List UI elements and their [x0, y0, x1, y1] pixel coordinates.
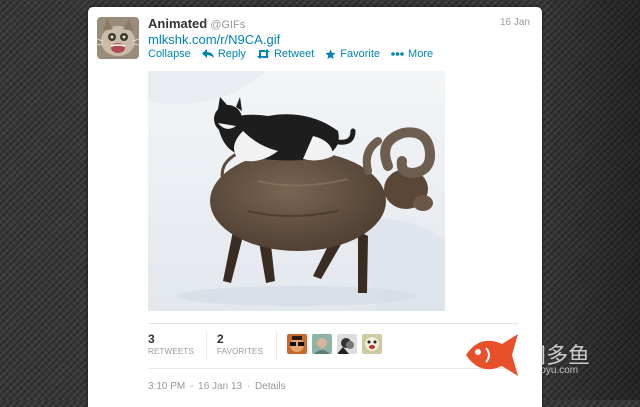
- user-handle[interactable]: @GIFs: [210, 19, 245, 31]
- details-link[interactable]: Details: [255, 381, 286, 392]
- favorites-label: FAVORITES: [217, 347, 264, 356]
- fish-logo-icon: [466, 334, 518, 376]
- tweet-media-gif[interactable]: [148, 71, 445, 311]
- watermark-subtext: wduoyu.com: [522, 365, 579, 376]
- favorite-label: Favorite: [340, 48, 381, 60]
- cat-avatar-icon: [97, 17, 139, 59]
- avatar-bw-icon: [337, 334, 357, 354]
- avatar-face-icon: [362, 334, 382, 354]
- tweet-timestamp: 3:10 PM - 16 Jan 13 · Details: [148, 381, 286, 392]
- timestamp-separator: -: [190, 381, 194, 392]
- retweet-button[interactable]: Retweet: [256, 48, 315, 60]
- retweets-stat[interactable]: 3 RETWEETS: [148, 324, 204, 368]
- timestamp-dot: ·: [246, 381, 251, 392]
- reply-button[interactable]: Reply: [201, 48, 246, 60]
- cat-riding-ram-image: [148, 71, 445, 311]
- favoriter-avatar[interactable]: [287, 334, 307, 354]
- avatar-glasses-icon: [287, 334, 307, 354]
- more-dots-icon: [391, 52, 404, 56]
- more-button[interactable]: More: [391, 48, 433, 60]
- user-name-row[interactable]: Animated @GIFs: [148, 16, 245, 31]
- retweet-label: Retweet: [273, 48, 315, 60]
- watermark: 网多鱼 wduoyu.com: [462, 330, 632, 380]
- favoriter-avatar[interactable]: [312, 334, 332, 354]
- tweet-link[interactable]: mlkshk.com/r/N9CA.gif: [148, 32, 280, 47]
- collapse-button[interactable]: Collapse: [148, 48, 191, 60]
- retweet-icon: [256, 49, 270, 59]
- user-avatar[interactable]: [97, 17, 139, 59]
- favorites-count: 2: [217, 332, 224, 346]
- favorites-stat[interactable]: 2 FAVORITES: [217, 324, 277, 368]
- favorite-button[interactable]: Favorite: [325, 48, 380, 60]
- tweet-date[interactable]: 16 Jan: [500, 17, 530, 28]
- stats-divider: [206, 332, 207, 360]
- favoriter-avatar[interactable]: [362, 334, 382, 354]
- reply-label: Reply: [217, 48, 246, 60]
- timestamp-date: 16 Jan 13: [198, 381, 243, 392]
- favoriter-avatar[interactable]: [337, 334, 357, 354]
- timestamp-time: 3:10 PM: [148, 381, 186, 392]
- display-name[interactable]: Animated: [148, 16, 207, 31]
- tweet-actions: Collapse Reply Retweet Favorite More: [148, 48, 433, 60]
- reply-icon: [201, 49, 214, 58]
- star-icon: [325, 48, 336, 59]
- retweets-count: 3: [148, 332, 155, 346]
- stats-divider: [276, 332, 277, 360]
- retweets-label: RETWEETS: [148, 347, 195, 356]
- collapse-label: Collapse: [148, 48, 191, 60]
- avatar-portrait-icon: [312, 334, 332, 354]
- more-label: More: [408, 48, 434, 60]
